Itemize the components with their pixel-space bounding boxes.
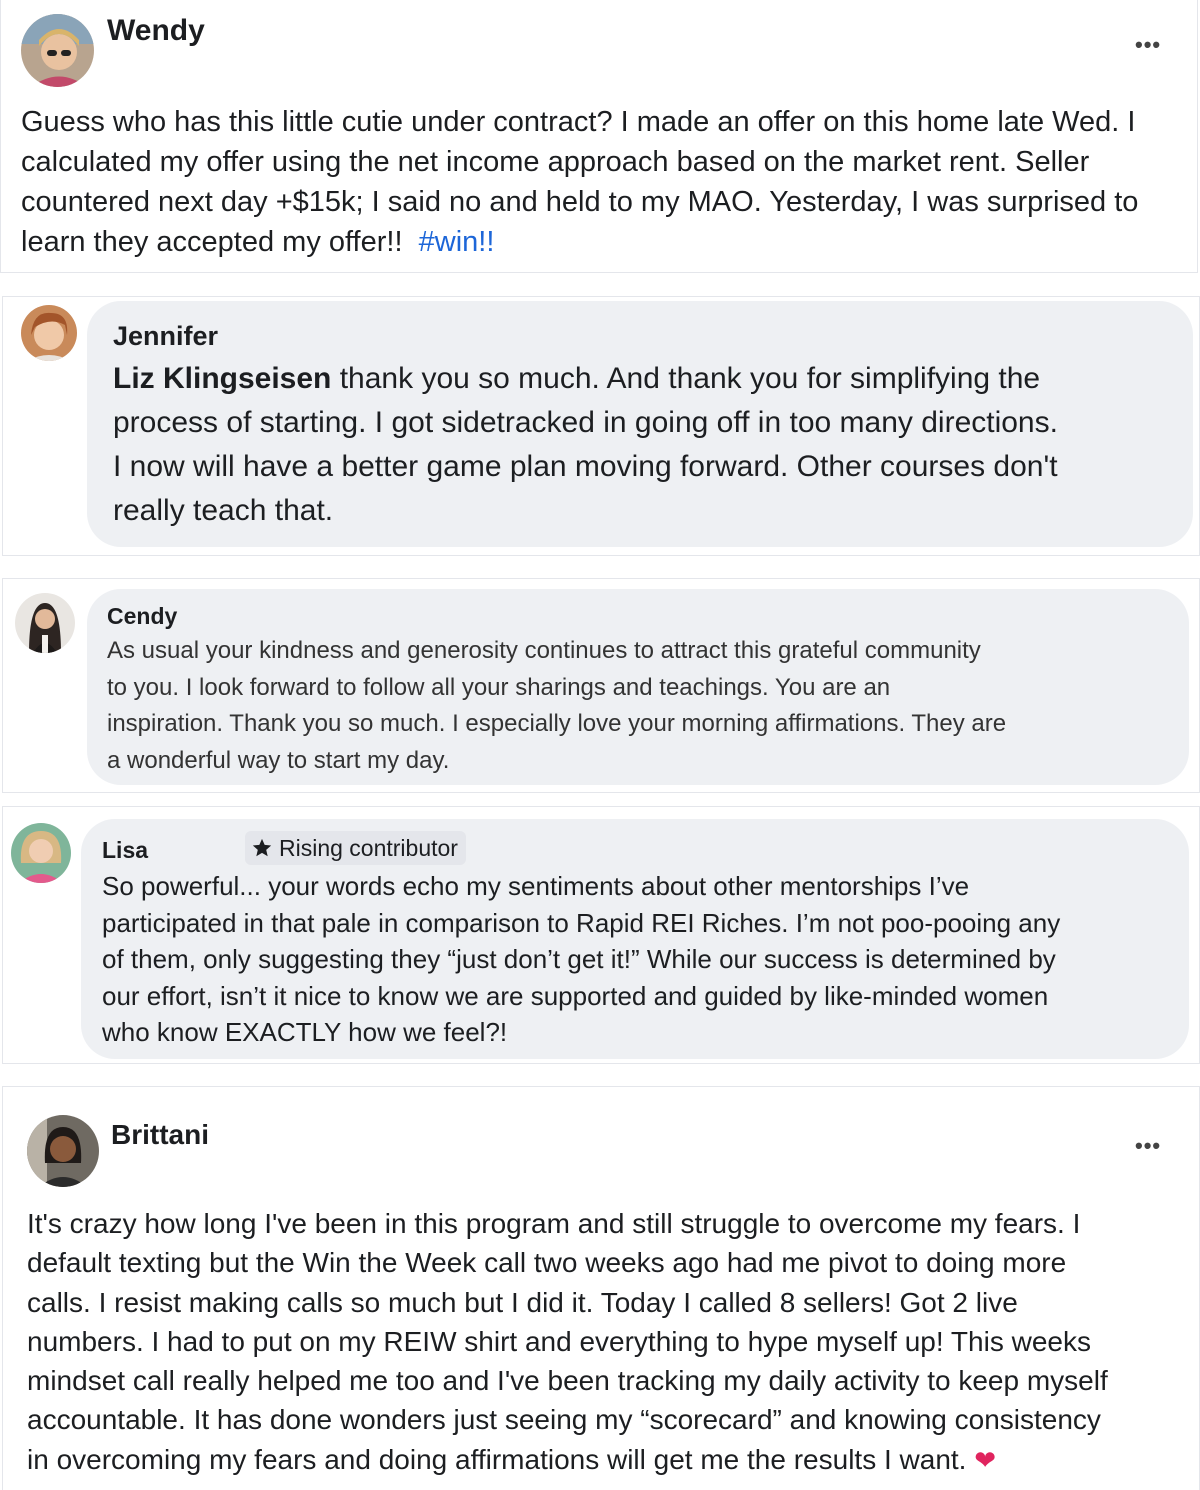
more-options-button[interactable]: ••• (1135, 32, 1161, 58)
avatar-photo-icon (27, 1115, 99, 1187)
comment-text-line: As usual your kindness and generosity co… (107, 637, 981, 664)
avatar-photo-icon (21, 14, 94, 87)
post-text-line: in overcoming my fears and doing affirma… (27, 1443, 975, 1475)
comment-text-line: a wonderful way to start my day. (107, 746, 450, 774)
author-name[interactable]: Wendy (107, 14, 205, 48)
post-card-brittani: Brittani ••• It's crazy how long I've be… (2, 1086, 1200, 1490)
post-text-last-line: in overcoming my fears and doing affirma… (27, 1440, 1187, 1480)
avatar[interactable] (27, 1115, 99, 1187)
comment-text-line: our effort, isn’t it nice to know we are… (102, 980, 1049, 1011)
avatar-photo-icon (11, 823, 71, 883)
post-text: Guess who has this little cutie under co… (21, 102, 1191, 262)
post-text-line: accountable. It has done wonders just se… (27, 1404, 1101, 1436)
post-card-wendy: Wendy ••• Guess who has this little cuti… (0, 0, 1198, 273)
comment-text-line: process of starting. I got sidetracked i… (113, 406, 1058, 439)
comment-text-line: really teach that. (113, 494, 334, 527)
post-text-line: default texting but the Win the Week cal… (27, 1247, 1067, 1279)
avatar[interactable] (15, 593, 75, 653)
author-name[interactable]: Cendy (107, 603, 177, 630)
post-text-line: It's crazy how long I've been in this pr… (27, 1208, 1081, 1239)
comment-text: Liz Klingseisen thank you so much. And t… (113, 357, 1183, 533)
avatar[interactable] (21, 305, 77, 361)
post-text-line: numbers. I had to put on my REIW shirt a… (27, 1325, 1091, 1357)
post-text-last-line: learn they accepted my offer!! #win!! (21, 222, 1191, 262)
comment-text-line: inspiration. Thank you so much. I especi… (107, 710, 1007, 737)
mention-link[interactable]: Liz Klingseisen (113, 362, 331, 395)
more-options-button[interactable]: ••• (1135, 1133, 1161, 1159)
avatar-photo-icon (21, 305, 77, 361)
heart-emoji-icon: ❤ (974, 1444, 997, 1475)
avatar-photo-icon (15, 593, 75, 653)
post-text-line: calculated my offer using the net income… (21, 146, 1090, 178)
post-text: It's crazy how long I've been in this pr… (27, 1204, 1187, 1480)
comment-card-lisa: Lisa Rising contributor So powerful... y… (2, 806, 1200, 1064)
comment-card-cendy: Cendy As usual your kindness and generos… (2, 578, 1200, 793)
comment-text-line: So powerful... your words echo my sentim… (102, 871, 970, 901)
avatar[interactable] (11, 823, 71, 883)
comment-text-line: participated in that pale in comparison … (102, 907, 1061, 938)
post-text-line: calls. I resist making calls so much but… (27, 1286, 1018, 1318)
comment-text: So powerful... your words echo my sentim… (102, 868, 1182, 1051)
comment-text-line: I now will have a better game plan movin… (113, 450, 1058, 483)
avatar[interactable] (21, 14, 94, 87)
badge-label: Rising contributor (279, 834, 458, 861)
comment-card-jennifer: Jennifer Liz Klingseisen thank you so mu… (2, 296, 1200, 556)
comment-text: As usual your kindness and generosity co… (107, 633, 1177, 779)
post-text-line: Guess who has this little cutie under co… (21, 106, 1136, 138)
author-name[interactable]: Brittani (111, 1119, 209, 1151)
author-name[interactable]: Lisa (102, 837, 148, 864)
rising-contributor-badge: Rising contributor (245, 831, 466, 865)
comment-text-line: thank you so much. And thank you for sim… (331, 362, 1041, 395)
post-text-line: learn they accepted my offer!! (21, 226, 419, 258)
comment-text-line: to you. I look forward to follow all you… (107, 673, 891, 701)
post-text-line: countered next day +$15k; I said no and … (21, 186, 1139, 218)
comment-text-first-line: Liz Klingseisen thank you so much. And t… (113, 357, 1183, 401)
hashtag-link[interactable]: #win!! (419, 226, 495, 258)
post-text-line: mindset call really helped me too and I'… (27, 1365, 1108, 1397)
author-name[interactable]: Jennifer (113, 321, 218, 352)
comment-text-line: of them, only suggesting they “just don’… (102, 944, 1056, 974)
star-icon (252, 838, 272, 857)
comment-text-line: who know EXACTLY how we feel?! (102, 1017, 508, 1047)
